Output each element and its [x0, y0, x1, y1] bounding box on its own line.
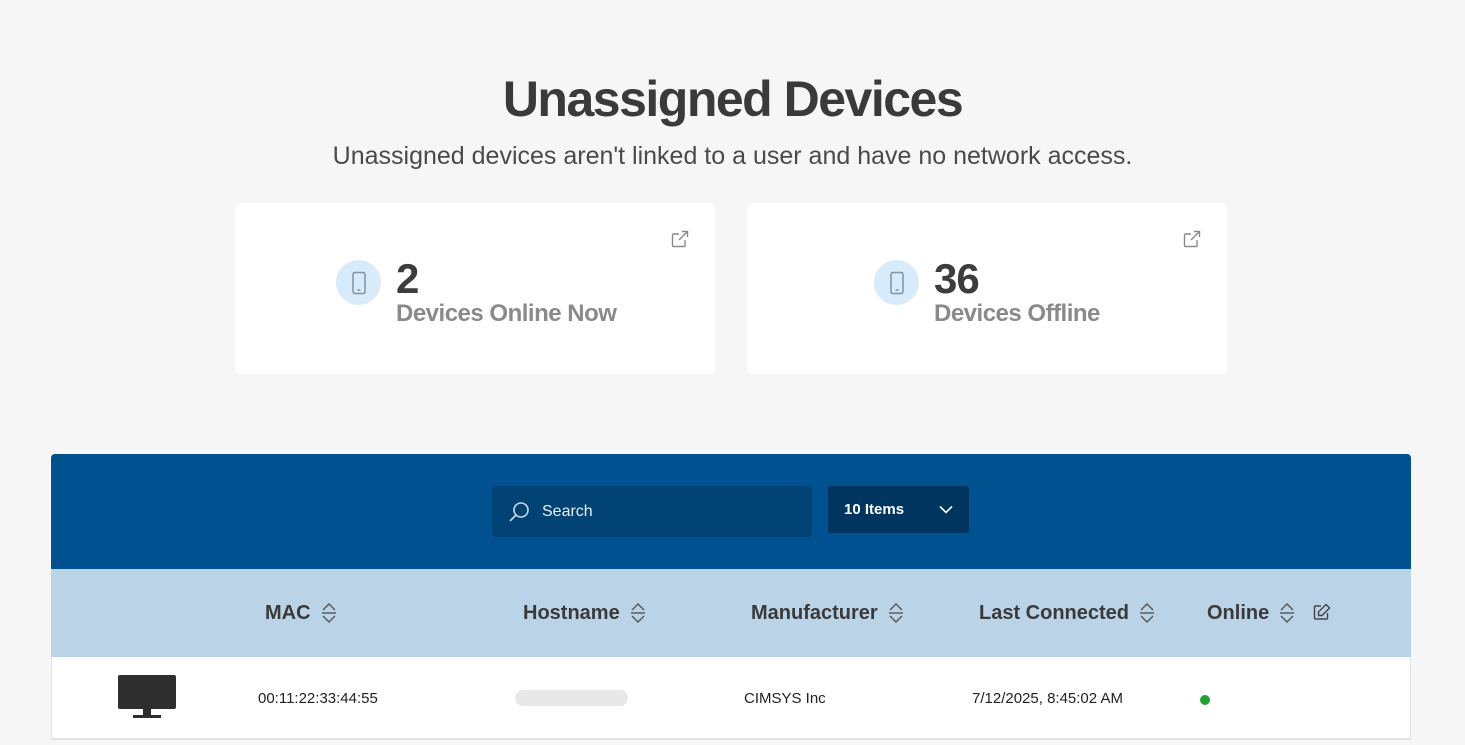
table-header: MAC Hostname Manufacturer Last Connected… — [51, 569, 1411, 657]
devices-table-panel: 10 Items MAC Hostname Manufacturer Last … — [51, 454, 1411, 745]
last-connected-cell: 7/12/2025, 8:45:02 AM — [972, 690, 1123, 707]
table-toolbar: 10 Items — [51, 454, 1411, 569]
sort-icon[interactable] — [321, 602, 337, 624]
stat-value: 2 — [396, 255, 419, 302]
monitor-icon — [118, 675, 176, 718]
external-link-icon[interactable] — [1183, 230, 1201, 248]
external-link-icon[interactable] — [671, 230, 689, 248]
search-icon — [509, 501, 529, 522]
online-status-indicator — [1200, 695, 1210, 705]
items-per-page-value: 10 Items — [844, 501, 905, 518]
hostname-placeholder — [515, 690, 628, 706]
sort-icon[interactable] — [1139, 602, 1155, 624]
mobile-phone-icon — [336, 260, 381, 305]
search-box[interactable] — [492, 486, 812, 537]
page-title: Unassigned Devices — [502, 71, 964, 127]
sort-icon[interactable] — [1279, 602, 1295, 624]
items-per-page-select[interactable]: 10 Items — [828, 486, 969, 533]
mobile-phone-icon — [874, 260, 919, 305]
column-header-label: MAC — [265, 601, 311, 624]
column-header-label: Hostname — [523, 601, 620, 624]
sort-icon[interactable] — [888, 602, 904, 624]
page: Unassigned Devices Unassigned devices ar… — [0, 0, 1465, 745]
stat-card-online: 2 Devices Online Now — [235, 203, 715, 374]
column-header-mac[interactable]: MAC — [265, 569, 337, 657]
column-header-label: Online — [1207, 601, 1270, 624]
search-input[interactable] — [542, 502, 782, 521]
sort-icon[interactable] — [630, 602, 646, 624]
stat-value: 36 — [934, 255, 980, 302]
edit-columns-icon[interactable] — [1313, 603, 1331, 621]
stat-label: Devices Offline — [934, 300, 1100, 327]
column-header-online[interactable]: Online — [1207, 569, 1295, 657]
stat-label: Devices Online Now — [396, 300, 617, 327]
manufacturer-cell: CIMSYS Inc — [744, 690, 826, 707]
column-header-last-connected[interactable]: Last Connected — [979, 569, 1155, 657]
column-header-label: Manufacturer — [751, 601, 878, 624]
column-header-label: Last Connected — [979, 601, 1130, 624]
chevron-down-icon — [939, 505, 953, 514]
table-row[interactable]: 00:11:22:33:44:55 CIMSYS Inc 7/12/2025, … — [51, 657, 1411, 740]
page-subtitle: Unassigned devices aren't linked to a us… — [332, 142, 1133, 170]
column-header-manufacturer[interactable]: Manufacturer — [751, 569, 904, 657]
mac-cell: 00:11:22:33:44:55 — [258, 690, 378, 707]
stat-card-offline: 36 Devices Offline — [747, 203, 1227, 374]
column-header-hostname[interactable]: Hostname — [523, 569, 646, 657]
